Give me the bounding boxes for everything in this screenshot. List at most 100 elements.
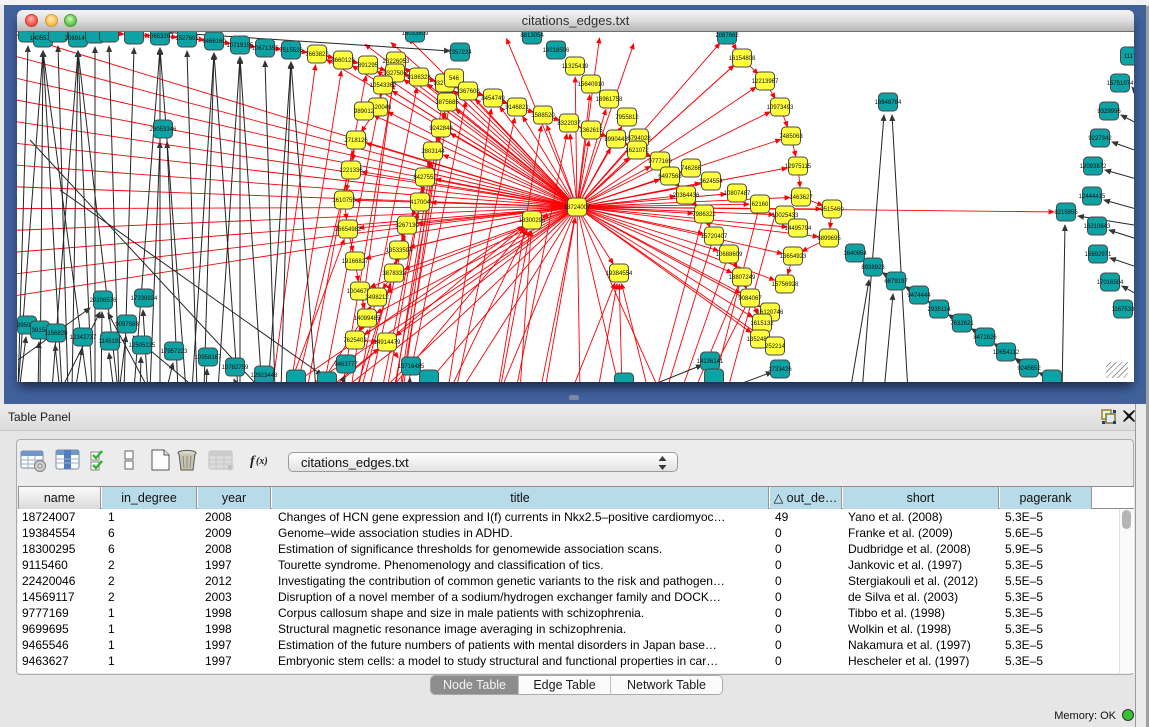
- svg-text:9097588: 9097588: [115, 322, 139, 328]
- svg-text:17957223: 17957223: [161, 349, 188, 355]
- svg-text:746266: 746266: [681, 166, 702, 172]
- svg-text:16648784: 16648784: [875, 100, 902, 106]
- svg-text:2367608: 2367608: [456, 89, 480, 95]
- svg-text:9463777: 9463777: [334, 362, 358, 368]
- svg-text:13533594: 13533594: [386, 248, 413, 254]
- svg-text:10653267: 10653267: [147, 34, 174, 40]
- svg-text:12975115: 12975115: [785, 164, 812, 170]
- svg-text:10973493: 10973493: [767, 105, 794, 111]
- svg-text:20364436: 20364436: [673, 193, 700, 199]
- svg-text:18807249: 18807249: [729, 275, 756, 281]
- svg-text:15756928: 15756928: [772, 282, 799, 288]
- svg-text:29053346: 29053346: [150, 127, 177, 133]
- svg-text:9146821: 9146821: [505, 105, 529, 111]
- svg-text:9242848: 9242848: [429, 126, 453, 132]
- svg-text:11325419: 11325419: [562, 64, 589, 70]
- svg-text:14495794: 14495794: [785, 226, 812, 232]
- svg-text:10807487: 10807487: [724, 191, 751, 197]
- svg-text:1615132: 1615132: [750, 321, 774, 327]
- svg-text:7632621: 7632621: [950, 321, 974, 327]
- svg-text:17339924: 17339924: [131, 296, 158, 302]
- svg-text:15640910: 15640910: [578, 82, 605, 88]
- svg-text:12923448: 12923448: [251, 373, 278, 379]
- svg-text:1167533: 1167533: [1112, 307, 1134, 313]
- svg-text:16961758: 16961758: [596, 97, 623, 103]
- svg-text:12342737: 12342737: [70, 335, 97, 341]
- svg-text:252214: 252214: [765, 344, 786, 350]
- svg-text:19218506: 19218506: [543, 48, 570, 54]
- svg-text:19166827: 19166827: [342, 259, 369, 265]
- svg-text:2718126: 2718126: [344, 138, 368, 144]
- svg-text:1610755: 1610755: [332, 198, 356, 204]
- svg-text:62160: 62160: [752, 202, 769, 208]
- svg-text:1621072: 1621072: [625, 148, 649, 154]
- svg-text:7986322: 7986322: [692, 212, 716, 218]
- svg-text:7485063: 7485063: [779, 134, 803, 140]
- svg-text:7515526: 7515526: [279, 48, 303, 54]
- svg-text:7625402: 7625402: [343, 338, 367, 344]
- svg-text:1463627: 1463627: [789, 195, 813, 201]
- svg-text:18724007: 18724007: [564, 205, 591, 211]
- svg-text:989012: 989012: [354, 109, 375, 115]
- svg-text:20206576: 20206576: [90, 298, 117, 304]
- svg-text:1640954: 1640954: [843, 251, 867, 257]
- svg-text:1362615: 1362615: [579, 128, 603, 134]
- svg-text:16154808: 16154808: [729, 56, 756, 62]
- svg-text:18300295: 18300295: [519, 218, 546, 224]
- svg-text:8454749: 8454749: [481, 96, 505, 102]
- svg-text:8186323: 8186323: [407, 75, 431, 81]
- svg-text:9474444: 9474444: [907, 293, 931, 299]
- svg-text:1145191: 1145191: [99, 339, 123, 345]
- svg-text:8471626: 8471626: [973, 335, 997, 341]
- svg-text:8322037: 8322037: [557, 121, 581, 127]
- svg-text:891295: 891295: [358, 63, 379, 69]
- svg-text:1221336: 1221336: [339, 168, 363, 174]
- svg-text:417004: 417004: [410, 200, 431, 206]
- svg-text:7357224: 7357224: [448, 50, 472, 56]
- svg-text:15751074: 15751074: [1107, 81, 1134, 87]
- svg-text:2803144: 2803144: [421, 149, 445, 155]
- svg-text:3878332: 3878332: [382, 271, 406, 277]
- svg-text:10654112: 10654112: [993, 350, 1020, 356]
- svg-text:12093872: 12093872: [1080, 164, 1107, 170]
- svg-text:9329996: 9329996: [1097, 109, 1121, 115]
- svg-text:3624554: 3624554: [699, 179, 723, 185]
- svg-text:8813054: 8813054: [520, 33, 544, 39]
- svg-text:6899695: 6899695: [817, 236, 841, 242]
- svg-text:8938923: 8938923: [861, 265, 885, 271]
- svg-text:(x): (x): [256, 456, 268, 467]
- svg-text:14099485: 14099485: [354, 316, 381, 322]
- svg-text:9227342: 9227342: [1088, 136, 1112, 142]
- svg-text:6497568: 6497568: [658, 174, 682, 180]
- svg-text:16210643: 16210643: [1084, 224, 1111, 230]
- svg-text:7663822: 7663822: [305, 52, 329, 58]
- svg-text:9515460: 9515460: [820, 207, 844, 213]
- svg-text:3267130: 3267130: [395, 223, 419, 229]
- svg-text:9245652: 9245652: [1017, 366, 1041, 372]
- svg-text:15720407: 15720407: [701, 234, 728, 240]
- svg-text:16033809: 16033809: [402, 32, 429, 37]
- svg-text:12213967: 12213967: [752, 79, 779, 85]
- svg-text:9084067: 9084067: [738, 296, 762, 302]
- svg-text:10671355: 10671355: [252, 46, 279, 52]
- svg-text:6879197: 6879197: [884, 279, 908, 285]
- svg-text:10719155: 10719155: [227, 43, 254, 49]
- svg-text:19384554: 19384554: [606, 271, 633, 277]
- svg-text:10688609: 10688609: [716, 252, 743, 258]
- svg-text:8215955: 8215955: [1054, 210, 1078, 216]
- svg-text:1156829: 1156829: [45, 331, 69, 337]
- svg-text:10782759: 10782759: [222, 365, 249, 371]
- svg-text:16654982: 16654982: [335, 227, 362, 233]
- svg-text:15692971: 15692971: [1085, 252, 1112, 258]
- svg-text:3875685: 3875685: [435, 100, 459, 106]
- svg-text:13654923: 13654923: [780, 254, 807, 260]
- svg-text:6466160: 6466160: [202, 39, 226, 45]
- svg-text:2935114: 2935114: [928, 307, 952, 313]
- svg-text:7955812: 7955812: [615, 115, 639, 121]
- svg-text:10958167: 10958167: [195, 355, 222, 361]
- svg-text:10543362: 10543362: [370, 83, 397, 89]
- svg-text:546: 546: [449, 76, 460, 82]
- svg-text:12444415: 12444415: [1079, 194, 1106, 200]
- svg-text:1117: 1117: [1124, 54, 1134, 60]
- svg-text:8427552: 8427552: [413, 175, 437, 181]
